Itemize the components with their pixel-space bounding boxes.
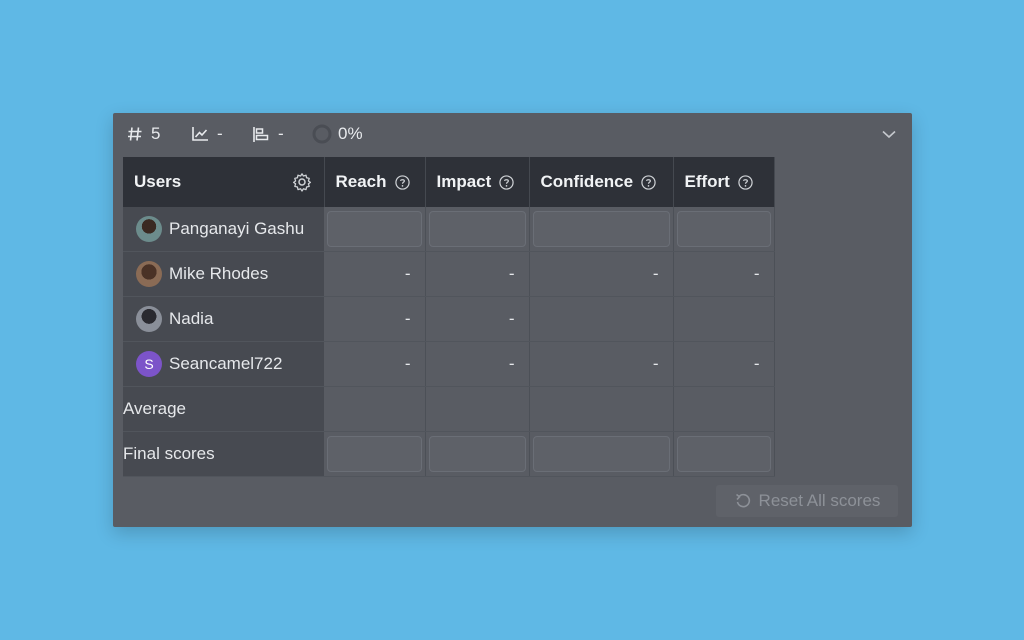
user-name: Panganayi Gashu (169, 219, 305, 238)
column-header-reach: Reach (324, 157, 426, 207)
score-cell: - (324, 296, 426, 342)
collapse-button[interactable] (880, 125, 898, 143)
table-row: Mike Rhodes - - - - (123, 251, 775, 297)
score-cell: - (673, 251, 775, 297)
column-header-users: Users (123, 157, 325, 207)
average-row: Average (123, 386, 775, 432)
header-row: Users Reach Impact Confidence Effort (123, 157, 775, 207)
chevron-down-icon (882, 130, 896, 139)
column-label: Impact (436, 172, 492, 191)
align-value: - (278, 124, 284, 143)
help-icon[interactable] (394, 174, 410, 190)
score-cell: - (529, 251, 674, 297)
final-input-effort[interactable] (673, 431, 775, 477)
score-cell (673, 296, 775, 342)
user-name: Seancamel722 (169, 354, 283, 373)
average-cell (425, 386, 530, 432)
progress-ring-icon (312, 124, 332, 144)
score-input-effort[interactable] (673, 207, 775, 252)
chart-value: - (217, 124, 223, 143)
avatar (136, 306, 162, 332)
align-indicator[interactable]: - (252, 124, 284, 144)
final-input-reach[interactable] (324, 431, 426, 477)
user-cell: S Seancamel722 (123, 341, 324, 387)
avatar: S (136, 351, 162, 377)
line-chart-icon (192, 127, 208, 141)
progress-indicator: 0% (312, 124, 363, 144)
gear-icon[interactable] (292, 172, 312, 192)
help-icon[interactable] (641, 174, 656, 190)
score-cell: - (425, 296, 530, 342)
hash-icon (128, 127, 142, 141)
user-cell: Nadia (123, 296, 324, 342)
item-number[interactable]: 5 (127, 124, 160, 144)
reset-label: Reset All scores (758, 491, 881, 510)
score-cell: - (324, 251, 426, 297)
table-row: Nadia - - (123, 296, 775, 342)
score-input-reach[interactable] (324, 207, 426, 252)
column-header-impact: Impact (425, 157, 530, 207)
help-icon[interactable] (738, 174, 753, 190)
column-label: Reach (335, 172, 387, 191)
score-cell: - (425, 251, 530, 297)
user-cell: Mike Rhodes (123, 251, 324, 297)
score-cell: - (529, 341, 674, 387)
average-cell (324, 386, 426, 432)
score-cell: - (673, 341, 775, 387)
user-name: Mike Rhodes (169, 264, 269, 283)
final-input-confidence[interactable] (529, 431, 674, 477)
table-row: S Seancamel722 - - - - (123, 341, 775, 387)
help-icon[interactable] (499, 174, 514, 190)
final-scores-label: Final scores (123, 431, 324, 477)
chart-indicator[interactable]: - (191, 124, 223, 144)
scoring-panel: 5 - - 0% Users Reach Impact Confidence E… (113, 113, 912, 527)
score-cell: - (324, 341, 426, 387)
panel-toolbar: 5 - - 0% (113, 113, 912, 155)
column-header-effort: Effort (673, 157, 775, 207)
average-label: Average (123, 386, 324, 432)
scores-table: Users Reach Impact Confidence Effort Pan… (123, 157, 775, 477)
final-scores-row: Final scores (123, 431, 775, 477)
progress-percent: 0% (338, 124, 363, 143)
user-cell: Panganayi Gashu (123, 207, 324, 252)
score-input-confidence[interactable] (529, 207, 674, 252)
column-label: Users (134, 172, 182, 191)
user-name: Nadia (169, 309, 214, 328)
column-header-confidence: Confidence (529, 157, 674, 207)
average-cell (529, 386, 674, 432)
score-cell (529, 296, 674, 342)
table-row: Panganayi Gashu (123, 207, 775, 252)
undo-icon (735, 493, 750, 508)
number-value: 5 (151, 124, 161, 143)
column-label: Confidence (540, 172, 634, 191)
final-input-impact[interactable] (425, 431, 530, 477)
avatar (136, 261, 162, 287)
score-input-impact[interactable] (425, 207, 530, 252)
column-label: Effort (684, 172, 730, 191)
reset-all-scores-button[interactable]: Reset All scores (716, 485, 898, 517)
score-cell: - (425, 341, 530, 387)
avatar (136, 216, 162, 242)
average-cell (673, 386, 775, 432)
align-left-bars-icon (253, 126, 269, 142)
